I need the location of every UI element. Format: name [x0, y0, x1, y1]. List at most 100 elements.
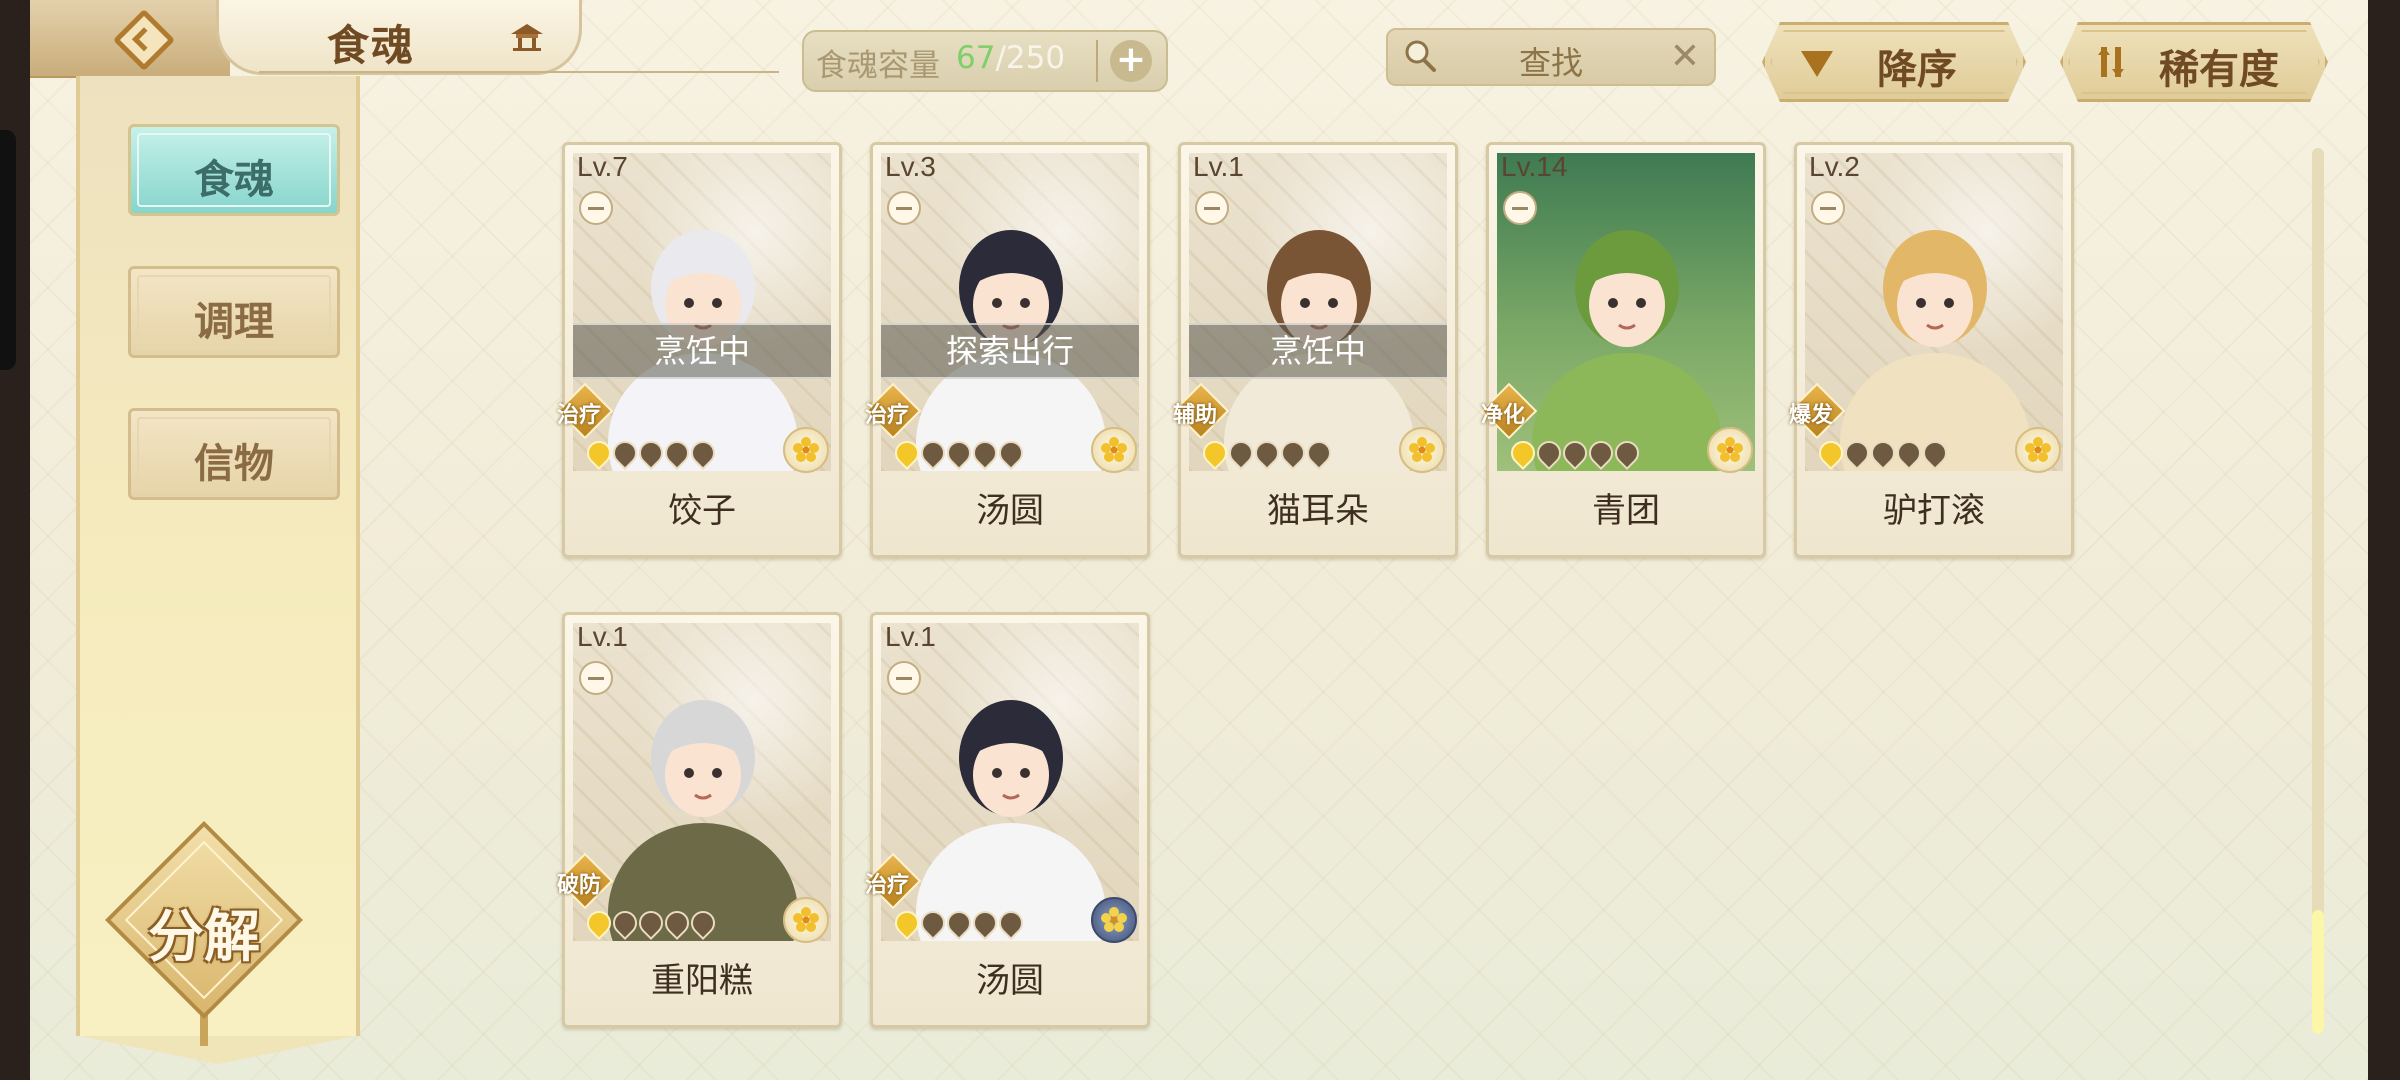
flower-icon: [2025, 437, 2051, 462]
card-level: Lv.1: [1193, 151, 1244, 182]
sort-key-button[interactable]: 稀有度: [2060, 22, 2328, 102]
pavilion-icon[interactable]: [507, 22, 547, 52]
card-status-banner: 烹饪中: [1189, 323, 1447, 379]
flame-star-icon: [1506, 436, 1540, 470]
star-rating: [582, 906, 720, 940]
role-badge: 破防: [556, 852, 614, 910]
card-level: Lv.2: [1809, 151, 1860, 182]
close-icon[interactable]: ✕: [1670, 36, 1700, 77]
flame-star-icon: [1584, 436, 1618, 470]
equipment-slot-icon: [579, 191, 613, 225]
star-rating: [582, 436, 720, 470]
tab-food-souls[interactable]: 食魂: [128, 124, 340, 216]
card-name: 饺子: [668, 491, 736, 531]
grid-scrollbar[interactable]: [2312, 148, 2324, 1034]
flame-star-icon: [1224, 436, 1258, 470]
capacity-current: 67: [956, 40, 996, 76]
card-name: 猫耳朵: [1267, 491, 1369, 531]
flame-star-icon: [916, 436, 950, 470]
rarity-badge: [1091, 897, 1137, 943]
decompose-button[interactable]: 分解: [104, 820, 304, 1046]
star-rating: [890, 436, 1028, 470]
rarity-badge: [1707, 427, 1753, 473]
card-level: Lv.14: [1501, 151, 1568, 182]
role-badge: 净化: [1480, 382, 1538, 440]
rarity-badge: [1091, 427, 1137, 473]
flame-star-icon: [660, 906, 694, 940]
card-name: 汤圆: [976, 491, 1044, 531]
card-name: 驴打滚: [1883, 491, 1985, 531]
flame-star-icon: [1198, 436, 1232, 470]
character-figure: [916, 700, 1106, 941]
expand-capacity-button[interactable]: +: [1110, 40, 1152, 82]
food-soul-card[interactable]: Lv.3 探索出行 治疗 汤圆: [864, 142, 1150, 558]
flame-star-icon: [582, 436, 616, 470]
role-label: 破防: [557, 873, 602, 898]
flame-star-icon: [890, 436, 924, 470]
phone-frame-notch: [0, 130, 16, 370]
flame-star-icon: [660, 436, 694, 470]
food-soul-card[interactable]: Lv.2 爆发驴打滚: [1788, 142, 2074, 558]
flame-star-icon: [608, 436, 642, 470]
equipment-slot-icon: [887, 191, 921, 225]
card-level: Lv.3: [885, 151, 936, 182]
equipment-slot-icon: [579, 661, 613, 695]
food-soul-card[interactable]: Lv.1 治疗 汤圆: [864, 612, 1150, 1028]
star-rating: [1814, 436, 1952, 470]
back-arrow-icon: [112, 8, 176, 72]
decompose-label: 分解: [148, 905, 260, 970]
role-badge: 爆发: [1788, 382, 1846, 440]
flower-icon: [1717, 437, 1743, 462]
star-rating: [890, 906, 1028, 940]
character-figure: [1840, 230, 2030, 471]
flame-star-icon: [1276, 436, 1310, 470]
scrollbar-thumb[interactable]: [2312, 910, 2324, 1034]
flame-star-icon: [1250, 436, 1284, 470]
card-name: 重阳糕: [651, 961, 753, 1001]
equipment-slot-icon: [1811, 191, 1845, 225]
role-label: 净化: [1481, 403, 1526, 428]
equipment-slot-icon: [887, 661, 921, 695]
food-soul-card[interactable]: Lv.7 烹饪中 治疗 饺子: [556, 142, 842, 558]
flame-star-icon: [1814, 436, 1848, 470]
search-placeholder: 查找: [1518, 44, 1583, 82]
flame-star-icon: [942, 436, 976, 470]
flame-star-icon: [686, 436, 720, 470]
rarity-badge: [783, 897, 829, 943]
sidebar-banner-tail: [80, 1036, 356, 1064]
triangle-down-icon: [1801, 51, 1833, 77]
star-rating: [1506, 436, 1644, 470]
tab-label: 调理: [194, 299, 274, 345]
tab-tokens[interactable]: 信物: [128, 408, 340, 500]
sort-order-button[interactable]: 降序: [1762, 22, 2026, 102]
flower-icon: [793, 437, 819, 462]
flame-star-icon: [890, 906, 924, 940]
role-badge: 治疗: [556, 382, 614, 440]
flame-star-icon: [608, 906, 642, 940]
flame-star-icon: [942, 906, 976, 940]
character-figure: [608, 700, 798, 941]
flame-star-icon: [916, 906, 950, 940]
sort-order-label: 降序: [1877, 47, 1957, 93]
food-soul-card[interactable]: Lv.1 烹饪中 辅助猫耳朵: [1172, 142, 1458, 558]
flame-star-icon: [686, 906, 720, 940]
role-label: 治疗: [865, 873, 910, 898]
equipment-slot-icon: [1503, 191, 1537, 225]
food-soul-card[interactable]: Lv.1 破防 重阳糕: [556, 612, 842, 1028]
role-badge: 辅助: [1172, 382, 1230, 440]
flame-star-icon: [1866, 436, 1900, 470]
flame-star-icon: [1558, 436, 1592, 470]
flame-star-icon: [1892, 436, 1926, 470]
role-label: 治疗: [557, 403, 602, 428]
search-input[interactable]: 查找 ✕: [1386, 28, 1716, 86]
flower-icon: [1101, 437, 1127, 462]
back-button[interactable]: [30, 0, 230, 78]
flame-star-icon: [994, 436, 1028, 470]
flame-star-icon: [1610, 436, 1644, 470]
page-title: 食魂: [327, 21, 416, 70]
tab-conditioning[interactable]: 调理: [128, 266, 340, 358]
role-badge: 治疗: [864, 382, 922, 440]
tab-label: 信物: [194, 441, 274, 487]
card-name: 青团: [1592, 491, 1660, 531]
food-soul-card[interactable]: Lv.14 净化青团: [1480, 142, 1766, 558]
